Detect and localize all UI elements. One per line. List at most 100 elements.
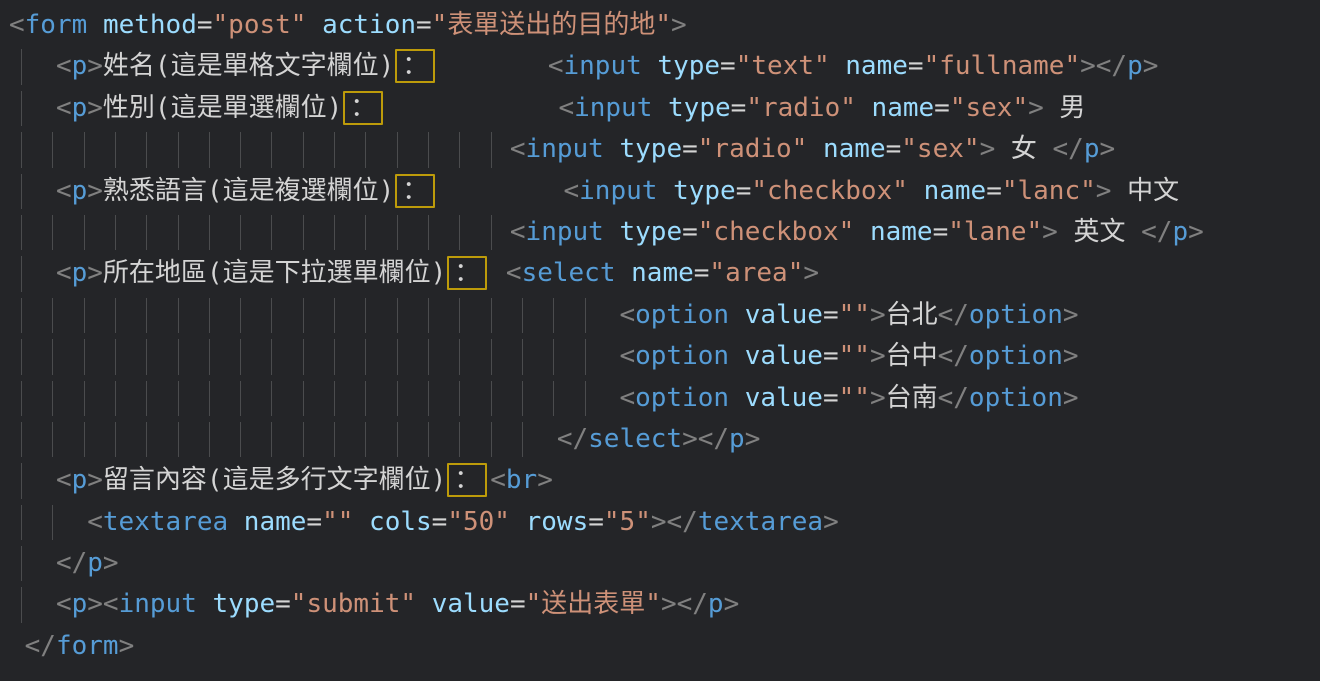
indent-guide	[21, 422, 22, 457]
code-token: "lanc"	[1002, 176, 1096, 206]
code-token: =	[510, 589, 526, 619]
code-token: >	[87, 51, 103, 81]
code-token	[856, 93, 872, 123]
indent-guide	[146, 298, 147, 333]
code-token: <	[103, 589, 119, 619]
code-line[interactable]: <form method="post" action="表單送出的目的地">	[9, 5, 1320, 46]
indent-guide	[365, 215, 366, 250]
code-line[interactable]: <p>性別(這是單選欄位)： <input type="radio" name=…	[9, 88, 1320, 129]
code-token: ""	[839, 383, 870, 413]
indent-guide	[209, 339, 210, 374]
code-token	[197, 589, 213, 619]
code-token: >	[1188, 217, 1204, 247]
code-token: =	[682, 217, 698, 247]
code-line[interactable]: </p>	[9, 543, 1320, 584]
code-token: p	[1172, 217, 1188, 247]
code-token: <	[56, 51, 72, 81]
code-token: p	[1084, 134, 1100, 164]
code-token	[657, 176, 673, 206]
code-line[interactable]: <option value="">台北</option>	[9, 295, 1320, 336]
indent-guide	[209, 215, 210, 250]
indent-whitespace	[9, 88, 56, 129]
indent-guide	[52, 298, 53, 333]
code-token	[652, 93, 668, 123]
code-token: textarea	[103, 507, 228, 537]
code-token: type	[619, 134, 682, 164]
code-token: rows	[526, 507, 589, 537]
code-token: </	[1053, 134, 1084, 164]
code-line[interactable]: <textarea name="" cols="50" rows="5"></t…	[9, 502, 1320, 543]
code-token: 台北	[886, 300, 938, 330]
indent-guide	[271, 381, 272, 416]
indent-guide	[522, 339, 523, 374]
code-token: p	[72, 589, 88, 619]
code-editor[interactable]: <form method="post" action="表單送出的目的地"><p…	[0, 0, 1320, 667]
code-token: type	[619, 217, 682, 247]
code-token: 熟悉語言(這是複選欄位)	[103, 176, 394, 206]
code-line[interactable]: </form>	[9, 626, 1320, 667]
indent-guide	[178, 422, 179, 457]
code-token: >	[1028, 93, 1044, 123]
indent-guide	[585, 339, 586, 374]
code-token: >	[537, 465, 553, 495]
code-token: p	[72, 465, 88, 495]
code-token: >	[87, 465, 103, 495]
code-token: name	[870, 217, 933, 247]
code-token	[729, 300, 745, 330]
indent-guide	[84, 215, 85, 250]
indent-guide	[52, 132, 53, 167]
code-line[interactable]: <p><input type="submit" value="送出表單"></p…	[9, 584, 1320, 625]
indent-guide	[209, 422, 210, 457]
indent-guide	[146, 422, 147, 457]
code-token: name	[872, 93, 935, 123]
indent-guide	[428, 215, 429, 250]
code-token	[416, 589, 432, 619]
indent-guide	[491, 298, 492, 333]
code-token: >	[1063, 300, 1079, 330]
indent-guide	[209, 132, 210, 167]
code-line[interactable]: <p>所在地區(這是下拉選單欄位)： <select name="area">	[9, 253, 1320, 294]
code-token: option	[635, 300, 729, 330]
code-token: <	[510, 134, 526, 164]
code-line[interactable]: <p>熟悉語言(這是複選欄位)： <input type="checkbox" …	[9, 171, 1320, 212]
indent-guide	[428, 339, 429, 374]
code-token	[615, 258, 631, 288]
code-token: =	[588, 507, 604, 537]
code-token	[438, 176, 563, 206]
indent-guide	[84, 298, 85, 333]
code-token: 姓名(這是單格文字欄位)	[103, 51, 394, 81]
indent-guide	[115, 422, 116, 457]
indent-guide	[459, 422, 460, 457]
code-token: >	[103, 548, 119, 578]
indent-guide	[21, 587, 22, 622]
code-line[interactable]: <option value="">台南</option>	[9, 378, 1320, 419]
indent-guide	[397, 422, 398, 457]
code-token	[604, 217, 620, 247]
code-token: select	[588, 424, 682, 454]
indent-guide	[428, 422, 429, 457]
code-token: name	[244, 507, 307, 537]
code-line[interactable]: <option value="">台中</option>	[9, 336, 1320, 377]
code-token: >	[870, 341, 886, 371]
code-token	[228, 507, 244, 537]
indent-guide	[334, 132, 335, 167]
code-token: "area"	[709, 258, 803, 288]
indent-guide	[491, 215, 492, 250]
code-token: action	[322, 10, 416, 40]
code-token: >	[980, 134, 996, 164]
code-line[interactable]: <input type="radio" name="sex"> 女 </p>	[9, 129, 1320, 170]
indent-guide	[52, 505, 53, 540]
code-line[interactable]: </select></p>	[9, 419, 1320, 460]
code-token: "送出表單"	[526, 589, 661, 619]
code-token: >	[682, 424, 698, 454]
indent-whitespace	[9, 584, 56, 625]
indent-guide	[334, 298, 335, 333]
code-token	[386, 93, 558, 123]
code-line[interactable]: <p>留言內容(這是多行文字欄位)：<br>	[9, 460, 1320, 501]
code-line[interactable]: <p>姓名(這是單格文字欄位)： <input type="text" name…	[9, 46, 1320, 87]
code-token: </	[667, 507, 698, 537]
indent-guide	[21, 91, 22, 126]
code-token: </	[677, 589, 708, 619]
code-line[interactable]: <input type="checkbox" name="lane"> 英文 <…	[9, 212, 1320, 253]
code-token: type	[673, 176, 736, 206]
